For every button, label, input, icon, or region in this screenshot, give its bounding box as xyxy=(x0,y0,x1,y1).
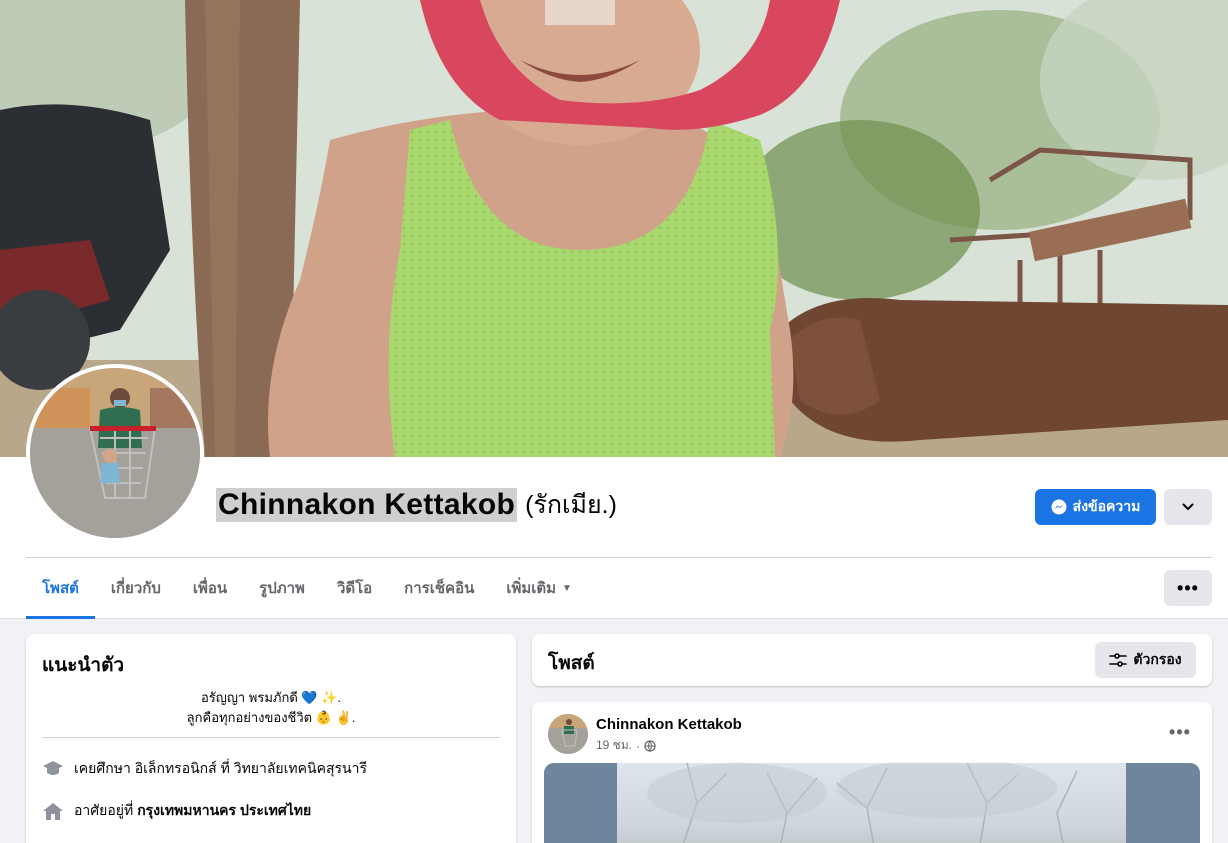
send-message-label: ส่งข้อความ xyxy=(1072,498,1141,514)
profile-name: Chinnakon Kettakob (รักเมีย.) xyxy=(216,484,617,526)
send-message-button[interactable]: ส่งข้อความ xyxy=(1035,489,1156,525)
profile-name-alternate: (รักเมีย.) xyxy=(525,491,617,519)
caret-down-icon: ▼ xyxy=(562,582,572,594)
meta-separator: · xyxy=(636,738,641,753)
profile-actions-dropdown-button[interactable] xyxy=(1164,489,1212,525)
filter-label: ตัวกรอง xyxy=(1133,651,1182,667)
tab-posts[interactable]: โพสต์ xyxy=(26,558,95,619)
ellipsis-icon: ••• xyxy=(1169,721,1191,742)
bio-line-1: อรัญญา พรมภักดี 💙 ✨. xyxy=(200,690,342,705)
tab-checkins[interactable]: การเช็คอิน xyxy=(388,558,490,618)
intro-bio: อรัญญา พรมภักดี 💙 ✨. ลูกคือทุกอย่างของชี… xyxy=(42,688,500,728)
bio-line-2: ลูกคือทุกอย่างของชีวิต 👶 ✌️. xyxy=(186,710,356,725)
filter-sliders-icon xyxy=(1109,653,1128,667)
profile-name-primary: Chinnakon Kettakob xyxy=(216,488,518,522)
lives-in-location[interactable]: กรุงเทพมหานคร ประเทศไทย xyxy=(137,800,311,822)
intro-card: แนะนำตัว อรัญญา พรมภักดี 💙 ✨. ลูกคือทุกอ… xyxy=(26,634,516,843)
intro-title: แนะนำตัว xyxy=(42,655,125,676)
profile-picture[interactable] xyxy=(26,364,204,542)
profile-picture-image xyxy=(30,368,200,538)
more-options-button[interactable]: ••• xyxy=(1164,570,1212,606)
ellipsis-icon: ••• xyxy=(1177,577,1199,598)
posts-header-card: โพสต์ ตัวกรอง xyxy=(532,634,1212,686)
intro-divider xyxy=(42,737,500,738)
tab-videos[interactable]: วิดีโอ xyxy=(321,558,388,618)
education-row: เคยศึกษา อิเล็กทรอนิกส์ ที่ วิทยาลัยเทคน… xyxy=(42,758,367,780)
tab-friends[interactable]: เพื่อน xyxy=(177,558,243,618)
graduation-cap-icon xyxy=(42,758,64,780)
lives-in-row: อาศัยอยู่ที่ กรุงเทพมหานคร ประเทศไทย xyxy=(42,800,311,822)
post-author-name[interactable]: Chinnakon Kettakob xyxy=(596,716,742,733)
profile-tabs: โพสต์ เกี่ยวกับ เพื่อน รูปภาพ วิดีโอ การ… xyxy=(26,558,588,619)
lives-in-prefix: อาศัยอยู่ที่ xyxy=(74,802,134,818)
filter-button[interactable]: ตัวกรอง xyxy=(1095,642,1196,678)
post-author-avatar[interactable] xyxy=(548,714,588,754)
post-options-button[interactable]: ••• xyxy=(1166,720,1194,744)
post-card: Chinnakon Kettakob 19 ชม. · ••• xyxy=(532,702,1212,843)
post-timestamp[interactable]: 19 ชม. xyxy=(596,736,632,755)
home-icon xyxy=(42,800,64,822)
tab-about[interactable]: เกี่ยวกับ xyxy=(95,558,177,618)
messenger-icon xyxy=(1051,499,1067,515)
education-text: เคยศึกษา อิเล็กทรอนิกส์ ที่ วิทยาลัยเทคน… xyxy=(74,760,367,776)
post-image[interactable] xyxy=(544,763,1200,843)
globe-icon xyxy=(644,739,656,752)
chevron-down-icon xyxy=(1182,503,1194,510)
tab-photos[interactable]: รูปภาพ xyxy=(243,558,321,618)
post-image-content xyxy=(617,763,1126,843)
post-meta: 19 ชม. · xyxy=(596,736,656,755)
posts-title: โพสต์ xyxy=(548,653,595,674)
tab-more[interactable]: เพิ่มเติม ▼ xyxy=(490,558,588,618)
